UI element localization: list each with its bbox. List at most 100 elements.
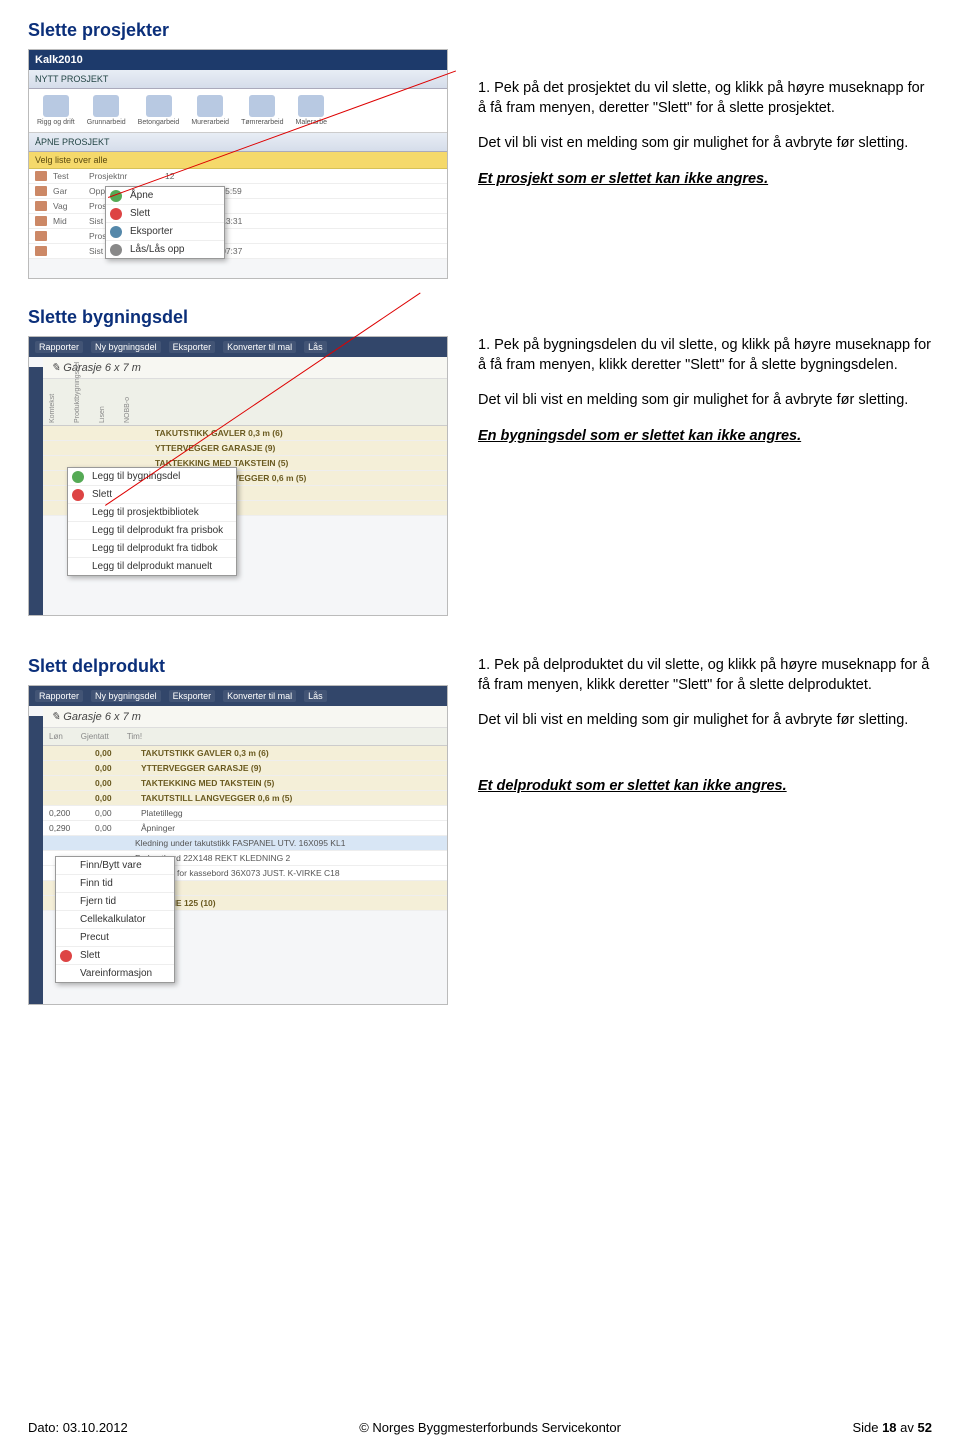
proj-step1: 1. Pek på det prosjektet du vil slette, … [478, 79, 932, 118]
tb-eksporter[interactable]: Eksporter [169, 341, 216, 353]
ctx-add-bd[interactable]: Legg til bygningsdel [68, 468, 236, 486]
paint-icon [35, 201, 47, 211]
delete-icon [60, 950, 72, 962]
heading-delete-projects: Slette prosjekter [28, 20, 932, 41]
paint-icon [35, 171, 47, 181]
row-2: Rapporter Ny bygningsdel Eksporter Konve… [28, 336, 932, 616]
ctx-export[interactable]: Eksporter [106, 223, 224, 241]
add-icon [72, 471, 84, 483]
export-icon [110, 226, 122, 238]
instructions-bd: 1. Pek på bygningsdelen du vil slette, o… [478, 336, 932, 616]
proj-irrev: Et prosjekt som er slettet kan ikke angr… [478, 170, 932, 190]
ctx-delete-bd[interactable]: Slett [68, 486, 236, 504]
ctx-delete-dp[interactable]: Slett [56, 947, 174, 965]
instructions-proj: 1. Pek på det prosjektet du vil slette, … [478, 49, 932, 279]
tool-icon [93, 95, 119, 117]
context-menu-dp: Finn/Bytt vare Finn tid Fjern tid Cellek… [55, 856, 175, 983]
screenshot-subproduct: Rapporter Ny bygningsdel Eksporter Konve… [28, 685, 448, 1005]
dp-item[interactable]: 0,00TAKTEKKING MED TAKSTEIN (5) [43, 776, 447, 791]
ctx-add-time[interactable]: Legg til delprodukt fra tidbok [68, 540, 236, 558]
tool-murer[interactable]: Murerarbeid [191, 95, 229, 126]
heading-delete-building-part: Slette bygningsdel [28, 307, 932, 328]
tb-konverter[interactable]: Konverter til mal [223, 341, 296, 353]
screenshot-building-part: Rapporter Ny bygningsdel Eksporter Konve… [28, 336, 448, 616]
project-row[interactable]: GarOpprettet11.11.2010 07:45:59 [29, 184, 447, 199]
ctx-remove-time[interactable]: Fjern tid [56, 893, 174, 911]
tool-icon [298, 95, 324, 117]
dp-item[interactable]: 0,00TAKUTSTIKK GAVLER 0,3 m (6) [43, 746, 447, 761]
ctx-lock[interactable]: Lås/Lås opp [106, 241, 224, 258]
ctx-add-lib[interactable]: Legg til prosjektbibliotek [68, 504, 236, 522]
paint-icon [35, 186, 47, 196]
bd-step1: 1. Pek på bygningsdelen du vil slette, o… [478, 336, 932, 375]
instructions-dp: 1. Pek på delproduktet du vil slette, og… [478, 656, 932, 1005]
ctx-add-price[interactable]: Legg til delprodukt fra prisbok [68, 522, 236, 540]
tb-las[interactable]: Lås [304, 341, 327, 353]
tool-icon [197, 95, 223, 117]
dp-item-highlight[interactable]: Kledning under takutstikk FASPANEL UTV. … [43, 836, 447, 851]
tool-rigg[interactable]: Rigg og drift [37, 95, 75, 126]
bd-toolbar: Rapporter Ny bygningsdel Eksporter Konve… [29, 337, 447, 357]
tb-rapporter[interactable]: Rapporter [35, 690, 83, 702]
ctx-open[interactable]: Åpne [106, 187, 224, 205]
project-row[interactable]: VagProsjektnr10 [29, 199, 447, 214]
tb-eksporter[interactable]: Eksporter [169, 690, 216, 702]
ctx-find-replace[interactable]: Finn/Bytt vare [56, 857, 174, 875]
tool-grunn[interactable]: Grunnarbeid [87, 95, 126, 126]
tool-tomrer[interactable]: Tømrerarbeid [241, 95, 283, 126]
tool-icon [43, 95, 69, 117]
tool-maler[interactable]: Malerarbe [295, 95, 327, 126]
ctx-vareinfo[interactable]: Vareinformasjon [56, 965, 174, 982]
delete-icon [72, 489, 84, 501]
dp-project-title: ✎ Garasje 6 x 7 m [43, 706, 447, 728]
bd-item[interactable]: YTTERVEGGER GARASJE (9) [43, 441, 447, 456]
bd-vtabs: Komtekst Produktbygningsdel Lisen NOBB-o [43, 379, 447, 426]
bd-item[interactable]: TAKUTSTIKK GAVLER 0,3 m (6) [43, 426, 447, 441]
delete-icon [110, 208, 122, 220]
paint-icon [35, 231, 47, 241]
screenshot-projects: Kalk2010 NYTT PROSJEKT Rigg og drift Gru… [28, 49, 448, 279]
dp-warn: Det vil bli vist en melding som gir muli… [478, 711, 932, 731]
nytt-prosjekt-bar: NYTT PROSJEKT [29, 70, 447, 89]
bd-project-title: ✎ Garasje 6 x 7 m [43, 357, 447, 379]
context-menu-bd: Legg til bygningsdel Slett Legg til pros… [67, 467, 237, 576]
tb-las[interactable]: Lås [304, 690, 327, 702]
project-row[interactable]: Sist endret10.11.2010 13:07:37 [29, 244, 447, 259]
sidebar-tab[interactable] [29, 367, 43, 615]
screenshot-3-wrap: Slett delprodukt Rapporter Ny bygningsde… [28, 656, 448, 1005]
tool-betong[interactable]: Betongarbeid [138, 95, 180, 126]
dp-item[interactable]: 0,00TAKUTSTILL LANGVEGGER 0,6 m (5) [43, 791, 447, 806]
ctx-cellcalc[interactable]: Cellekalkulator [56, 911, 174, 929]
dp-item[interactable]: 0,2900,00Åpninger [43, 821, 447, 836]
tool-icon [249, 95, 275, 117]
dp-item[interactable]: 0,00YTTERVEGGER GARASJE (9) [43, 761, 447, 776]
project-row[interactable]: TestProsjektnr12 [29, 169, 447, 184]
row-3: Slett delprodukt Rapporter Ny bygningsde… [28, 656, 932, 1005]
dp-item[interactable]: 0,2000,00Platetillegg [43, 806, 447, 821]
dp-irrev: Et delprodukt som er slettet kan ikke an… [478, 777, 932, 797]
tb-ny[interactable]: Ny bygningsdel [91, 690, 161, 702]
footer-date: Dato: 03.10.2012 [28, 1420, 128, 1435]
tb-rapporter[interactable]: Rapporter [35, 341, 83, 353]
footer-page: Side 18 av 52 [852, 1420, 932, 1435]
bd-irrev: En bygningsdel som er slettet kan ikke a… [478, 427, 932, 447]
context-menu-project: Åpne Slett Eksporter Lås/Lås opp [105, 186, 225, 259]
project-row[interactable]: MidSist endret10.11.2010 15:13:31 [29, 214, 447, 229]
ctx-delete[interactable]: Slett [106, 205, 224, 223]
velg-liste[interactable]: Velg liste over alle [29, 152, 447, 169]
screenshot-2-wrap: Rapporter Ny bygningsdel Eksporter Konve… [28, 336, 448, 616]
proj-warn: Det vil bli vist en melding som gir muli… [478, 134, 932, 154]
project-list: TestProsjektnr12 GarOpprettet11.11.2010 … [29, 169, 447, 259]
project-row[interactable]: Prosjektnr9 [29, 229, 447, 244]
row-1: Kalk2010 NYTT PROSJEKT Rigg og drift Gru… [28, 49, 932, 279]
footer-copyright: © Norges Byggmesterforbunds Servicekonto… [359, 1420, 621, 1435]
dp-toolbar: Rapporter Ny bygningsdel Eksporter Konve… [29, 686, 447, 706]
tb-ny[interactable]: Ny bygningsdel [91, 341, 161, 353]
sidebar-tab[interactable] [29, 716, 43, 1004]
tb-konverter[interactable]: Konverter til mal [223, 690, 296, 702]
ctx-find-time[interactable]: Finn tid [56, 875, 174, 893]
ctx-add-manual[interactable]: Legg til delprodukt manuelt [68, 558, 236, 575]
ctx-precut[interactable]: Precut [56, 929, 174, 947]
bd-warn: Det vil bli vist en melding som gir muli… [478, 391, 932, 411]
page-footer: Dato: 03.10.2012 © Norges Byggmesterforb… [28, 1420, 932, 1435]
